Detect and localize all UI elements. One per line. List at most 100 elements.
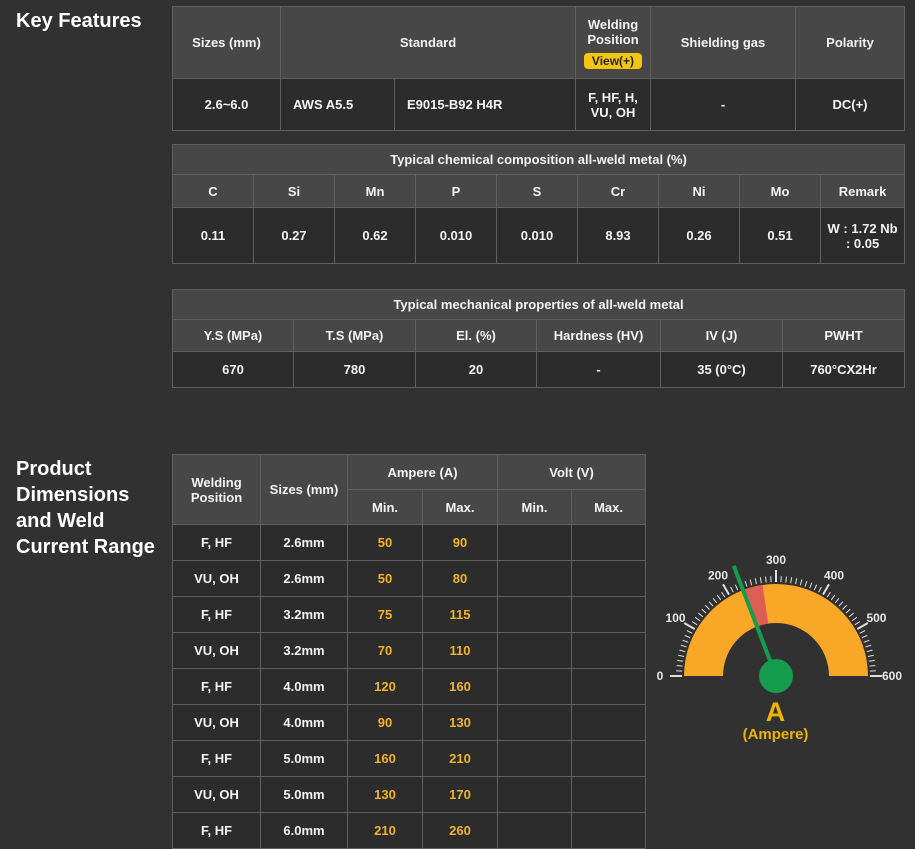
dims-cell-ampere-max: 210	[423, 741, 498, 777]
dims-header-ampere-min: Min.	[348, 490, 423, 525]
dims-cell-position: F, HF	[173, 741, 261, 777]
dims-cell-ampere-max: 170	[423, 777, 498, 813]
dims-cell-size: 2.6mm	[261, 525, 348, 561]
gauge-minor-tick	[849, 613, 854, 617]
gauge-minor-tick	[795, 578, 796, 584]
gauge-minor-tick	[861, 635, 866, 637]
mech-title-row: Typical mechanical properties of all-wel…	[173, 290, 905, 320]
chem-value-cell: 0.62	[335, 208, 416, 264]
gauge-minor-tick	[730, 587, 733, 592]
dims-cell-volt-max	[572, 813, 646, 849]
dims-cell-volt-max	[572, 597, 646, 633]
mech-value-pwht: 760°CX2Hr	[783, 352, 905, 388]
chem-header-cell: Si	[254, 175, 335, 208]
gauge-minor-tick	[695, 617, 700, 621]
gauge-minor-tick	[814, 585, 816, 590]
dims-cell-ampere-max: 260	[423, 813, 498, 849]
chem-header-cell: Mn	[335, 175, 416, 208]
cell-sizes: 2.6~6.0	[173, 79, 281, 131]
gauge-major-tick	[823, 584, 829, 594]
gauge-minor-tick	[684, 635, 689, 637]
dims-cell-position: VU, OH	[173, 633, 261, 669]
dims-cell-volt-min	[498, 633, 572, 669]
col-header-standard: Standard	[281, 7, 576, 79]
dims-data-row: VU, OH 5.0mm 130 170	[173, 777, 646, 813]
gauge-minor-tick	[866, 650, 872, 652]
gauge-minor-tick	[717, 595, 721, 600]
gauge-minor-tick	[677, 660, 683, 661]
gauge-minor-tick	[686, 631, 691, 634]
chem-value-cell: 8.93	[578, 208, 659, 264]
cell-welding-position: F, HF, H, VU, OH	[576, 79, 651, 131]
mech-value-el: 20	[416, 352, 537, 388]
mech-value-ys: 670	[173, 352, 294, 388]
dims-cell-ampere-min: 120	[348, 669, 423, 705]
dims-cell-ampere-min: 130	[348, 777, 423, 813]
welding-position-label: Welding Position	[581, 17, 645, 47]
gauge-major-tick	[723, 584, 729, 594]
dims-cell-ampere-min: 50	[348, 561, 423, 597]
gauge-minor-tick	[680, 645, 686, 647]
cell-polarity: DC(+)	[796, 79, 905, 131]
dims-cell-volt-min	[498, 741, 572, 777]
chemical-composition-table: Typical chemical composition all-weld me…	[172, 144, 905, 264]
mech-table-title: Typical mechanical properties of all-wel…	[173, 290, 905, 320]
gauge-minor-tick	[869, 666, 875, 667]
dims-cell-size: 6.0mm	[261, 813, 348, 849]
dimensions-section: Product Dimensions and Weld Current Rang…	[0, 454, 915, 849]
mech-value-iv: 35 (0°C)	[661, 352, 783, 388]
dims-cell-size: 4.0mm	[261, 669, 348, 705]
ampere-gauge: 0100200300400500600 A (Ampere)	[646, 454, 905, 744]
gauge-minor-tick	[790, 577, 791, 583]
dims-cell-volt-max	[572, 561, 646, 597]
chem-header-cell: Mo	[740, 175, 821, 208]
gauge-minor-tick	[692, 622, 697, 625]
gauge-minor-tick	[842, 605, 846, 609]
key-features-section: Key Features Sizes (mm) Standard Welding…	[0, 0, 915, 388]
gauge-minor-tick	[831, 595, 835, 600]
gauge-minor-tick	[765, 577, 766, 583]
key-features-content: Sizes (mm) Standard Welding Position Vie…	[172, 6, 904, 388]
gauge-tick-label: 0	[656, 669, 663, 683]
dims-cell-ampere-min: 75	[348, 597, 423, 633]
dims-cell-ampere-min: 210	[348, 813, 423, 849]
dims-cell-volt-max	[572, 633, 646, 669]
section-title-key-features: Key Features	[16, 8, 160, 34]
gauge-minor-tick	[854, 622, 859, 625]
mech-header-row: Y.S (MPa) T.S (MPa) El. (%) Hardness (HV…	[173, 320, 905, 352]
gauge-minor-tick	[755, 578, 756, 584]
chem-header-row: C Si Mn P S Cr Ni Mo Remark	[173, 175, 905, 208]
dims-data-row: F, HF 6.0mm 210 260	[173, 813, 646, 849]
gauge-minor-tick	[827, 592, 830, 597]
dims-header-volt-max: Max.	[572, 490, 646, 525]
gauge-minor-tick	[745, 581, 747, 587]
mechanical-properties-table: Typical mechanical properties of all-wel…	[172, 289, 905, 388]
chem-header-cell: Cr	[578, 175, 659, 208]
dims-data-row: F, HF 3.2mm 75 115	[173, 597, 646, 633]
dimensions-side: Product Dimensions and Weld Current Rang…	[0, 454, 172, 560]
dims-cell-position: F, HF	[173, 669, 261, 705]
dims-header-ampere-max: Max.	[423, 490, 498, 525]
dims-cell-size: 2.6mm	[261, 561, 348, 597]
dims-data-row: F, HF 4.0mm 120 160	[173, 669, 646, 705]
chem-header-cell: Ni	[659, 175, 740, 208]
gauge-minor-tick	[800, 579, 802, 585]
gauge-hub	[759, 659, 793, 693]
section-title-dimensions: Product Dimensions and Weld Current Rang…	[16, 456, 160, 560]
dims-cell-volt-max	[572, 705, 646, 741]
dims-cell-position: VU, OH	[173, 705, 261, 741]
dims-cell-volt-min	[498, 561, 572, 597]
view-button[interactable]: View(+)	[584, 53, 642, 69]
dims-cell-volt-min	[498, 777, 572, 813]
gauge-minor-tick	[709, 602, 713, 606]
gauge-minor-tick	[713, 598, 717, 603]
dims-cell-position: F, HF	[173, 813, 261, 849]
gauge-unit-name: (Ampere)	[743, 726, 809, 744]
cell-standard-class: E9015-B92 H4R	[395, 79, 576, 131]
gauge-minor-tick	[859, 631, 864, 634]
dims-cell-volt-min	[498, 525, 572, 561]
mech-header-ts: T.S (MPa)	[294, 320, 416, 352]
dims-cell-ampere-max: 115	[423, 597, 498, 633]
gauge-tick-label: 200	[708, 569, 728, 583]
gauge-minor-tick	[835, 598, 839, 603]
